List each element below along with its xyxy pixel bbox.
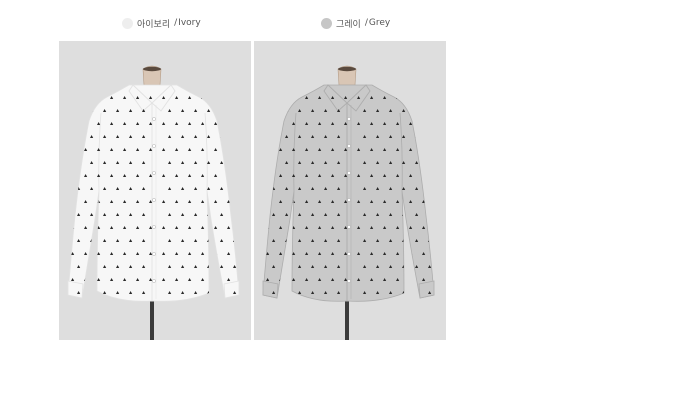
left-cuff xyxy=(67,280,84,299)
color-label-grey: 그레이 / Grey xyxy=(321,14,390,32)
shirt-image-grey xyxy=(254,41,446,340)
shirt-button xyxy=(152,279,156,283)
right-cuff xyxy=(223,280,240,299)
color-swatch-ivory xyxy=(122,17,133,29)
color-separator: / xyxy=(364,18,368,28)
mannequin-neck-cap xyxy=(143,66,161,72)
product-photo-grey xyxy=(254,41,446,340)
shirt-button xyxy=(152,171,156,175)
shirt-button xyxy=(152,225,156,229)
shirt-button xyxy=(347,279,351,283)
shirt-button xyxy=(347,117,351,121)
color-name-ko: 아이보리 xyxy=(137,19,171,30)
color-name-en: Grey xyxy=(368,18,391,28)
shirt-button xyxy=(347,171,351,175)
shirt-button xyxy=(347,252,351,256)
color-name-en: Ivory xyxy=(178,18,201,28)
shirt-image-ivory xyxy=(59,41,251,340)
shirt-button xyxy=(152,198,156,202)
mannequin-neck-cap xyxy=(338,66,356,72)
shirt-button xyxy=(347,144,351,148)
left-cuff xyxy=(262,280,279,299)
product-photo-ivory xyxy=(59,41,251,340)
color-swatch-grey xyxy=(321,17,332,29)
shirt-button xyxy=(152,117,156,121)
right-cuff xyxy=(418,280,435,299)
shirt-button xyxy=(152,144,156,148)
shirt-button xyxy=(152,252,156,256)
color-separator: / xyxy=(174,18,178,28)
shirt-button xyxy=(347,198,351,202)
shirt-button xyxy=(347,225,351,229)
color-name-ko: 그레이 xyxy=(336,19,361,30)
color-label-ivory: 아이보리 / Ivory xyxy=(122,14,201,32)
